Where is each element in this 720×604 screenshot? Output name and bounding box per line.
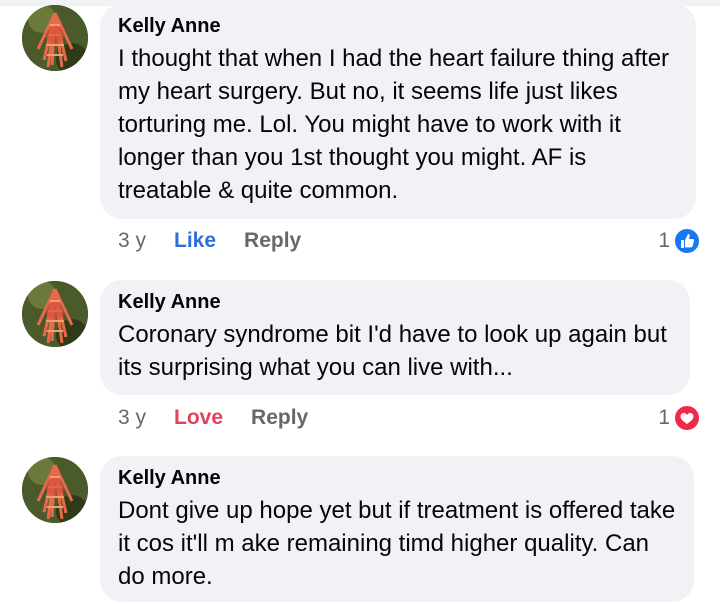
comment-author[interactable]: Kelly Anne <box>118 466 676 490</box>
avatar[interactable] <box>22 457 88 523</box>
love-button[interactable]: Love <box>174 406 223 430</box>
comment-bubble: Kelly Anne Coronary syndrome bit I'd hav… <box>100 280 690 395</box>
comment-bubble: Kelly Anne Dont give up hope yet but if … <box>100 456 694 602</box>
reaction-count: 1 <box>658 406 670 429</box>
comment-author[interactable]: Kelly Anne <box>118 14 678 38</box>
like-thumb-icon <box>674 228 700 254</box>
reaction-summary[interactable]: 1 <box>658 403 700 433</box>
comment-actions: 3 y Like Reply <box>118 226 301 256</box>
comment-timestamp[interactable]: 3 y <box>118 406 146 430</box>
comment-actions: 3 y Love Reply <box>118 403 308 433</box>
reaction-count: 1 <box>658 229 670 252</box>
avatar-flower-image <box>22 5 88 71</box>
reaction-summary[interactable]: 1 <box>658 226 700 256</box>
reply-button[interactable]: Reply <box>244 229 301 253</box>
avatar-flower-image <box>22 281 88 347</box>
comment-text: Dont give up hope yet but if treatment i… <box>118 497 676 590</box>
comment-text: Coronary syndrome bit I'd have to look u… <box>118 321 667 381</box>
love-heart-icon <box>674 405 700 431</box>
comment-author[interactable]: Kelly Anne <box>118 290 672 314</box>
reply-button[interactable]: Reply <box>251 406 308 430</box>
avatar[interactable] <box>22 281 88 347</box>
comment-bubble: Kelly Anne I thought that when I had the… <box>100 4 696 219</box>
comment-timestamp[interactable]: 3 y <box>118 229 146 253</box>
avatar-flower-image <box>22 457 88 523</box>
avatar[interactable] <box>22 5 88 71</box>
like-button[interactable]: Like <box>174 229 216 253</box>
comment-text: I thought that when I had the heart fail… <box>118 45 670 204</box>
